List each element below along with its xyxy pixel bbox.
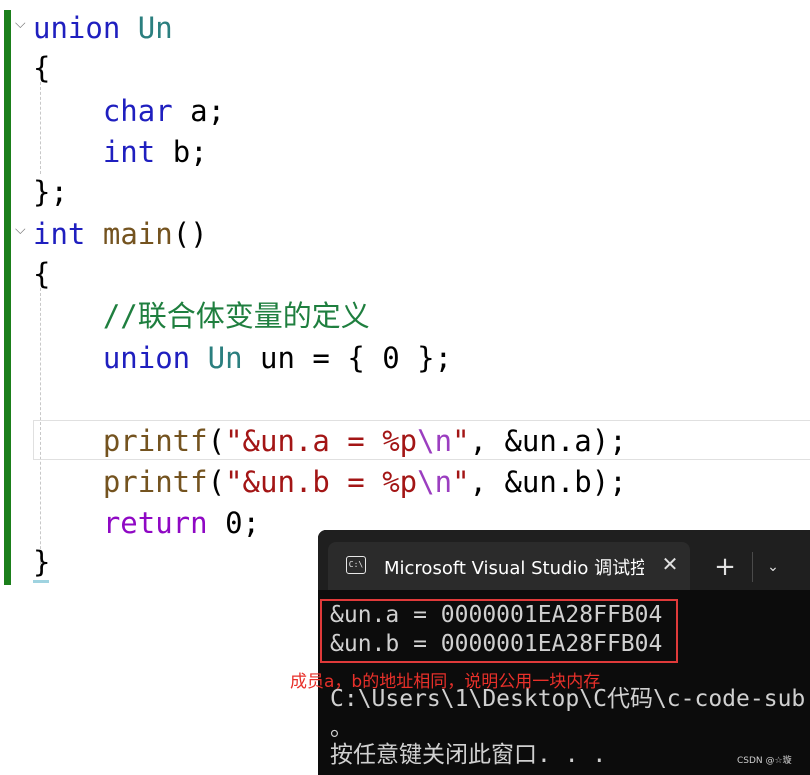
code-line-12: printf("&un.b = %p\n", &un.b);	[33, 462, 627, 503]
code-line-4: int b;	[33, 132, 208, 173]
code-line-2: {	[33, 48, 50, 89]
arguments: , &un.b);	[469, 465, 627, 499]
keyword: union	[33, 11, 121, 45]
statement: 0;	[225, 506, 260, 540]
brace: {	[33, 51, 51, 85]
function-name: printf	[102, 424, 208, 458]
paren: ()	[172, 217, 208, 251]
code-line-8: //联合体变量的定义	[33, 296, 370, 337]
chevron-down-icon[interactable]: ⌄	[758, 552, 788, 582]
annotation-text: 成员a，b的地址相同，说明公用一块内存	[290, 672, 601, 692]
paren: (	[207, 424, 226, 458]
identifier: a;	[190, 94, 226, 128]
code-line-3: char a;	[33, 91, 225, 132]
code-line-6: int main()	[33, 214, 208, 255]
statement: un = { 0 };	[260, 341, 453, 375]
string-literal: "	[452, 424, 470, 458]
keyword: union	[102, 341, 191, 375]
highlight-box	[320, 599, 678, 663]
keyword: int	[33, 217, 86, 251]
terminal-icon: C:\	[346, 556, 366, 574]
keyword: int	[102, 135, 156, 169]
console-output-line: 。	[330, 715, 353, 741]
escape-sequence: \n	[417, 465, 453, 499]
keyword: return	[102, 506, 208, 540]
brace: }	[33, 545, 51, 579]
code-line-13: return 0;	[33, 503, 260, 544]
code-line-14: }	[33, 542, 50, 583]
code-line-1: union Un	[33, 8, 173, 49]
keyword: char	[102, 94, 173, 128]
new-tab-icon[interactable]: +	[710, 552, 740, 582]
watermark: CSDN @☆璇	[737, 756, 792, 766]
string-literal: "	[452, 465, 470, 499]
paren: (	[207, 465, 226, 499]
change-tracking-bar	[4, 10, 11, 585]
console-titlebar: C:\ Microsoft Visual Studio 调试控制台 ✕ + ⌄	[318, 530, 810, 590]
arguments: , &un.a);	[469, 424, 627, 458]
code-line-7: {	[33, 254, 50, 295]
tab-title: Microsoft Visual Studio 调试控制台	[384, 558, 644, 576]
close-icon[interactable]: ✕	[658, 550, 682, 578]
text-caret	[33, 580, 49, 583]
function-name: printf	[102, 465, 208, 499]
brace: };	[33, 175, 68, 209]
fold-toggle-icon[interactable]: ⌵	[15, 222, 26, 238]
code-line-5: };	[33, 172, 68, 213]
toolbar-divider	[752, 552, 753, 582]
string-literal: "&un.b = %p	[225, 465, 418, 499]
fold-toggle-icon[interactable]: ⌵	[15, 16, 26, 32]
console-output-line: 按任意键关闭此窗口. . .	[330, 742, 607, 768]
type-name: Un	[207, 341, 243, 375]
code-line-11: printf("&un.a = %p\n", &un.a);	[33, 421, 627, 462]
function-name: main	[102, 217, 173, 251]
escape-sequence: \n	[417, 424, 453, 458]
string-literal: "&un.a = %p	[225, 424, 418, 458]
code-line-9: union Un un = { 0 };	[33, 338, 452, 379]
console-tab[interactable]: C:\ Microsoft Visual Studio 调试控制台 ✕	[328, 542, 690, 590]
brace: {	[33, 257, 51, 291]
identifier: b;	[172, 135, 208, 169]
comment: //联合体变量的定义	[102, 299, 370, 333]
type-name: Un	[137, 11, 173, 45]
